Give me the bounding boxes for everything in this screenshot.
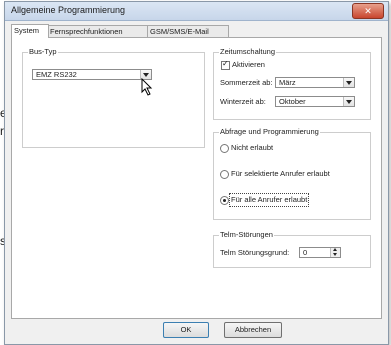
- telm-faults-group: Telm-Störungen Telm Störungsgrund: 0: [213, 230, 371, 268]
- mouse-pointer-icon: [141, 78, 153, 96]
- cancel-button[interactable]: Abbrechen: [224, 322, 282, 338]
- all-callers-label[interactable]: Für alle Anrufer erlaubt: [231, 195, 307, 204]
- winter-time-value: Oktober: [279, 97, 306, 106]
- chevron-down-icon[interactable]: [343, 78, 354, 87]
- tab-fernsprechfunktionen[interactable]: Fernsprechfunktionen: [47, 25, 149, 37]
- tab-system[interactable]: System: [11, 24, 49, 38]
- window-title: Allgemeine Programmierung: [11, 5, 126, 15]
- telm-fault-reason-value: 0: [303, 248, 308, 257]
- ok-button[interactable]: OK: [163, 322, 209, 338]
- activate-checkbox[interactable]: [221, 59, 230, 70]
- selected-callers-label[interactable]: Für selektierte Anrufer erlaubt: [231, 169, 330, 178]
- bus-type-group: Bus-Typ EMZ RS232: [22, 47, 205, 148]
- time-switch-label: Zeitumschaltung: [219, 47, 277, 56]
- telm-fault-reason-spinner[interactable]: 0: [299, 247, 341, 258]
- close-button[interactable]: ✕: [352, 3, 384, 19]
- title-bar[interactable]: Allgemeine Programmierung ✕: [5, 2, 388, 21]
- chevron-down-icon[interactable]: [343, 97, 354, 106]
- activate-label: Aktivieren: [232, 60, 265, 69]
- summer-time-select[interactable]: März: [275, 77, 355, 88]
- telm-fault-reason-label: Telm Störungsgrund:: [220, 248, 290, 257]
- winter-time-select[interactable]: Oktober: [275, 96, 355, 107]
- query-programming-label: Abfrage und Programmierung: [219, 127, 320, 136]
- telm-faults-label: Telm-Störungen: [219, 230, 274, 239]
- tab-panel-system: Bus-Typ EMZ RS232 Zeitumschaltung Aktivi…: [11, 37, 382, 319]
- summer-time-label: Sommerzeit ab:: [220, 78, 273, 87]
- time-switch-group: Zeitumschaltung Aktivieren Sommerzeit ab…: [213, 47, 371, 120]
- dialog-window: Allgemeine Programmierung ✕ System Ferns…: [4, 1, 389, 345]
- bus-type-value: EMZ RS232: [36, 70, 77, 79]
- query-programming-group: Abfrage und Programmierung Nicht erlaubt…: [213, 127, 371, 220]
- tab-gsm-sms-email[interactable]: GSM/SMS/E-Mail: [147, 25, 229, 37]
- summer-time-value: März: [279, 78, 296, 87]
- radio-not-allowed[interactable]: [220, 144, 229, 153]
- radio-all-callers[interactable]: [220, 196, 229, 205]
- radio-selected-callers[interactable]: [220, 170, 229, 179]
- not-allowed-label[interactable]: Nicht erlaubt: [231, 143, 273, 152]
- bus-type-label: Bus-Typ: [28, 47, 58, 56]
- spinner-arrows-icon[interactable]: [330, 248, 340, 257]
- bus-type-select[interactable]: EMZ RS232: [32, 69, 152, 80]
- winter-time-label: Winterzeit ab:: [220, 97, 266, 106]
